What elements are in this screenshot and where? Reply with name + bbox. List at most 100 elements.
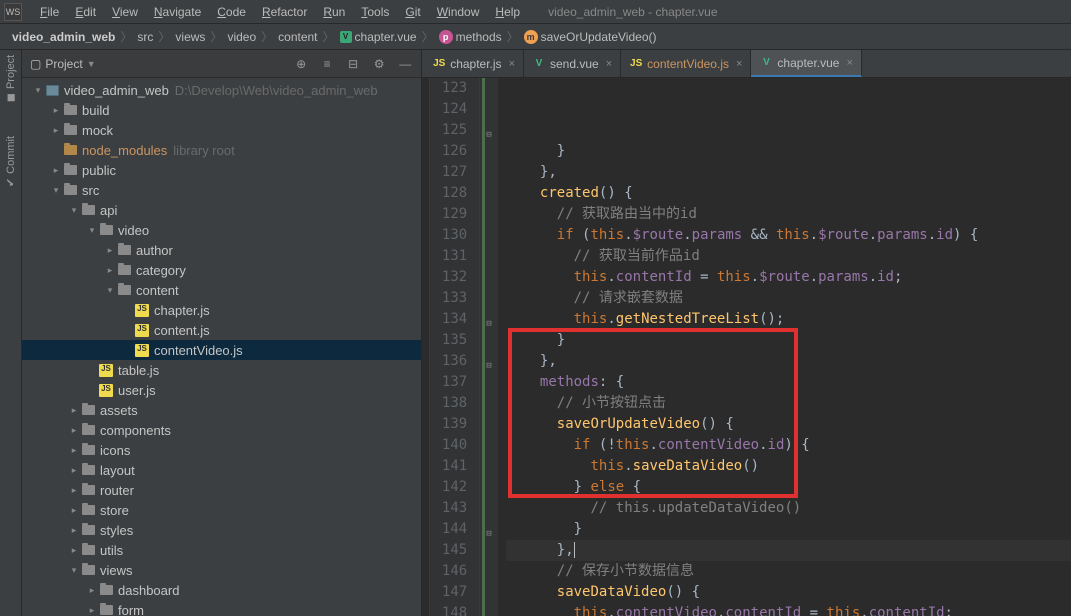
- code-line[interactable]: // 小节按钮点击: [506, 393, 1071, 414]
- expand-chevron-icon[interactable]: ▸: [104, 265, 116, 276]
- breadcrumb-item[interactable]: views: [171, 30, 209, 44]
- fold-toggle-icon[interactable]: ⊟: [486, 524, 491, 545]
- code-line[interactable]: // 获取当前作品id: [506, 246, 1071, 267]
- code-line[interactable]: },: [506, 162, 1071, 183]
- code-line[interactable]: if (this.$route.params && this.$route.pa…: [506, 225, 1071, 246]
- code-line[interactable]: methods: {: [506, 372, 1071, 393]
- breadcrumb-item[interactable]: pmethods: [435, 30, 506, 44]
- code-line[interactable]: }: [506, 519, 1071, 540]
- code-line[interactable]: }: [506, 141, 1071, 162]
- tree-node[interactable]: ▾video_admin_webD:\Develop\Web\video_adm…: [22, 80, 421, 100]
- tree-node[interactable]: node_moduleslibrary root: [22, 140, 421, 160]
- line-gutter[interactable]: 1231241251261271281291301311321331341351…: [430, 78, 480, 616]
- select-opened-icon[interactable]: ⊕: [293, 57, 309, 71]
- line-number[interactable]: 131: [438, 246, 467, 267]
- breadcrumb-item[interactable]: src: [133, 30, 157, 44]
- menu-file[interactable]: File: [32, 5, 67, 19]
- editor-tab[interactable]: Vchapter.vue×: [751, 50, 861, 77]
- tree-node[interactable]: ▾views: [22, 560, 421, 580]
- tree-node[interactable]: ▸public: [22, 160, 421, 180]
- hide-icon[interactable]: —: [397, 57, 413, 71]
- tree-node[interactable]: ▸icons: [22, 440, 421, 460]
- tree-node[interactable]: ▸router: [22, 480, 421, 500]
- code-line[interactable]: this.saveDataVideo(): [506, 456, 1071, 477]
- tree-node[interactable]: ▸form: [22, 600, 421, 616]
- tree-node[interactable]: ▾video: [22, 220, 421, 240]
- expand-chevron-icon[interactable]: ▾: [104, 285, 116, 296]
- close-icon[interactable]: ×: [509, 58, 515, 70]
- code-line[interactable]: // 获取路由当中的id: [506, 204, 1071, 225]
- code-line[interactable]: }: [506, 330, 1071, 351]
- line-number[interactable]: 140: [438, 435, 467, 456]
- line-number[interactable]: 143: [438, 498, 467, 519]
- project-panel-title[interactable]: ▢ Project ▼: [30, 57, 96, 71]
- tree-node[interactable]: ▸store: [22, 500, 421, 520]
- line-number[interactable]: 125: [438, 120, 467, 141]
- line-number[interactable]: 148: [438, 603, 467, 616]
- fold-toggle-icon[interactable]: ⊟: [486, 125, 491, 146]
- expand-chevron-icon[interactable]: ▸: [50, 165, 62, 176]
- code-line[interactable]: },: [506, 351, 1071, 372]
- line-number[interactable]: 144: [438, 519, 467, 540]
- line-number[interactable]: 126: [438, 141, 467, 162]
- expand-all-icon[interactable]: ≡: [319, 57, 335, 71]
- tree-node[interactable]: ▸utils: [22, 540, 421, 560]
- expand-chevron-icon[interactable]: ▸: [68, 445, 80, 456]
- close-icon[interactable]: ×: [606, 58, 612, 70]
- code-line[interactable]: if (!this.contentVideo.id) {: [506, 435, 1071, 456]
- code-line[interactable]: // 请求嵌套数据: [506, 288, 1071, 309]
- fold-column[interactable]: ⊟⊟⊟⊟: [480, 78, 498, 616]
- tree-node[interactable]: ▾api: [22, 200, 421, 220]
- code-line[interactable]: this.getNestedTreeList();: [506, 309, 1071, 330]
- line-number[interactable]: 146: [438, 561, 467, 582]
- breadcrumb-item[interactable]: video_admin_web: [8, 30, 119, 44]
- line-number[interactable]: 137: [438, 372, 467, 393]
- menu-git[interactable]: Git: [397, 5, 428, 19]
- close-icon[interactable]: ×: [736, 58, 742, 70]
- code-line[interactable]: // 保存小节数据信息: [506, 561, 1071, 582]
- expand-chevron-icon[interactable]: ▸: [68, 485, 80, 496]
- menu-navigate[interactable]: Navigate: [146, 5, 209, 19]
- expand-chevron-icon[interactable]: ▾: [32, 85, 44, 96]
- line-number[interactable]: 134: [438, 309, 467, 330]
- tree-node[interactable]: ▸dashboard: [22, 580, 421, 600]
- project-tree[interactable]: ▾video_admin_webD:\Develop\Web\video_adm…: [22, 78, 421, 616]
- line-number[interactable]: 129: [438, 204, 467, 225]
- line-number[interactable]: 123: [438, 78, 467, 99]
- breadcrumb-item[interactable]: content: [274, 30, 321, 44]
- line-number[interactable]: 139: [438, 414, 467, 435]
- expand-chevron-icon[interactable]: ▾: [50, 185, 62, 196]
- code-line[interactable]: } else {: [506, 477, 1071, 498]
- expand-chevron-icon[interactable]: ▾: [68, 205, 80, 216]
- breadcrumb-item[interactable]: msaveOrUpdateVideo(): [520, 30, 661, 44]
- expand-chevron-icon[interactable]: ▸: [68, 425, 80, 436]
- menu-window[interactable]: Window: [429, 5, 488, 19]
- gear-icon[interactable]: ⚙: [371, 57, 387, 71]
- code-line[interactable]: this.contentId = this.$route.params.id;: [506, 267, 1071, 288]
- tree-node[interactable]: ▸styles: [22, 520, 421, 540]
- tree-node[interactable]: ▸build: [22, 100, 421, 120]
- breadcrumb-item[interactable]: video: [223, 30, 260, 44]
- menu-refactor[interactable]: Refactor: [254, 5, 315, 19]
- breadcrumb-item[interactable]: Vchapter.vue: [336, 30, 421, 44]
- tree-node[interactable]: ▾src: [22, 180, 421, 200]
- expand-chevron-icon[interactable]: ▸: [50, 125, 62, 136]
- tree-node[interactable]: JStable.js: [22, 360, 421, 380]
- editor-tab[interactable]: JSchapter.js×: [424, 50, 524, 77]
- line-number[interactable]: 124: [438, 99, 467, 120]
- code-text[interactable]: } }, created() { // 获取路由当中的id if (this.$…: [498, 78, 1071, 616]
- fold-toggle-icon[interactable]: ⊟: [486, 314, 491, 335]
- menu-code[interactable]: Code: [209, 5, 254, 19]
- tree-node[interactable]: JSuser.js: [22, 380, 421, 400]
- expand-chevron-icon[interactable]: ▸: [86, 605, 98, 616]
- line-number[interactable]: 142: [438, 477, 467, 498]
- tree-node[interactable]: JScontentVideo.js: [22, 340, 421, 360]
- line-number[interactable]: 141: [438, 456, 467, 477]
- tree-node[interactable]: ▸author: [22, 240, 421, 260]
- menu-view[interactable]: View: [104, 5, 146, 19]
- expand-chevron-icon[interactable]: ▾: [86, 225, 98, 236]
- tree-node[interactable]: ▸category: [22, 260, 421, 280]
- line-number[interactable]: 127: [438, 162, 467, 183]
- menu-edit[interactable]: Edit: [67, 5, 104, 19]
- expand-chevron-icon[interactable]: ▸: [68, 525, 80, 536]
